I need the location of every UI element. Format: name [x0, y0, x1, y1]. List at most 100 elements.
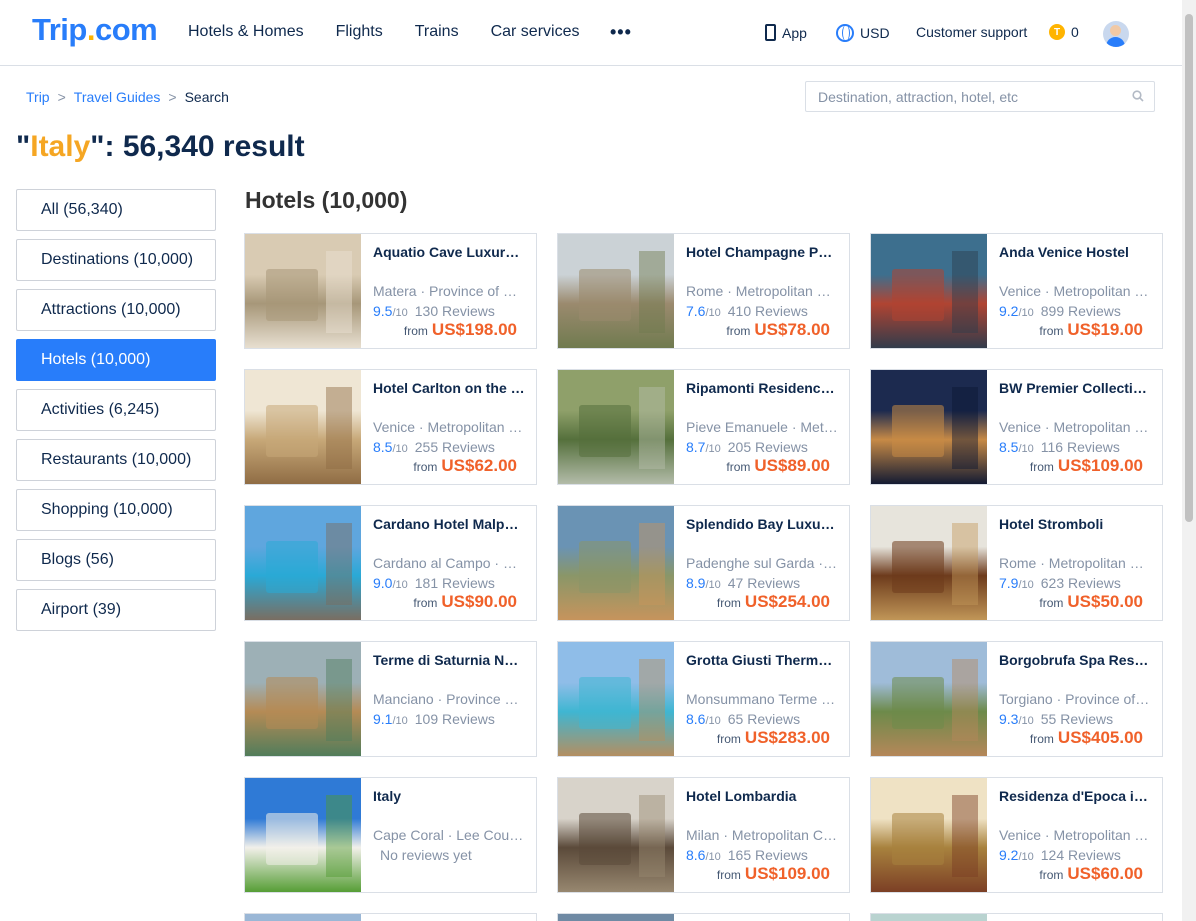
rating-score: 9.2 — [999, 303, 1019, 319]
customer-support-link[interactable]: Customer support — [916, 24, 1027, 40]
search-icon[interactable] — [1132, 90, 1144, 102]
hotel-name[interactable]: Italy — [373, 788, 525, 804]
hotel-card[interactable]: Grotta Giusti Thermal Spa Resort Monsumma… — [557, 641, 850, 757]
hotel-name[interactable]: Ripamonti Residence & Hotel — [686, 380, 838, 396]
hotel-info: Hotel Lombardia Milan · Metropolitan City… — [686, 778, 842, 892]
trip-logo[interactable]: Trip.com — [32, 12, 158, 48]
price-amount: US$283.00 — [744, 728, 830, 747]
hotel-rating: 8.5/10 255 Reviews — [373, 439, 495, 455]
hotel-location: Rome · Metropolitan City of Rome — [686, 283, 838, 299]
hotel-name[interactable]: Hotel Stromboli — [999, 516, 1151, 532]
hotel-card[interactable]: Hotel Stromboli Rome · Metropolitan City … — [870, 505, 1163, 621]
hotel-photo[interactable] — [245, 914, 361, 921]
hotel-card[interactable]: Italy Cape Coral · Lee County No reviews y… — [244, 777, 537, 893]
page-scrollbar[interactable] — [1182, 0, 1196, 921]
hotel-photo[interactable] — [871, 506, 987, 620]
sidebar-item[interactable]: Attractions (10,000) — [16, 289, 216, 331]
hotel-name[interactable]: Anda Venice Hostel — [999, 244, 1151, 260]
hotel-card[interactable]: Borgobrufa Spa Resort Torgiano · Province… — [870, 641, 1163, 757]
review-count: 181 Reviews — [414, 575, 495, 591]
hotel-card[interactable]: Hotel Carlton on the Grand Canal Venice ·… — [244, 369, 537, 485]
hotel-photo[interactable] — [558, 370, 674, 484]
rating-scale: /10 — [705, 715, 721, 727]
hotel-info: Grotta Giusti Thermal Spa Resort Monsumma… — [686, 642, 842, 756]
hotel-name[interactable]: Aquatio Cave Luxury Hotel & SPA — [373, 244, 525, 260]
hotel-card[interactable]: Residenza d'Epoca in Piazza della Signor… — [870, 777, 1163, 893]
hotel-photo[interactable] — [558, 914, 674, 921]
hotel-name[interactable]: Residenza d'Epoca in Piazza della Signor… — [999, 788, 1151, 804]
price-from-label: from — [413, 596, 438, 610]
hotel-photo[interactable] — [245, 370, 361, 484]
hotel-price: from US$254.00 — [717, 592, 830, 612]
sidebar-item[interactable]: Destinations (10,000) — [16, 239, 216, 281]
chevron-right-icon: > — [168, 89, 177, 105]
rating-scale: /10 — [392, 443, 408, 455]
app-link[interactable]: App — [765, 24, 807, 41]
breadcrumb-travel-guides[interactable]: Travel Guides — [74, 89, 161, 105]
nav-car-services[interactable]: Car services — [491, 23, 580, 41]
hotel-card[interactable]: Aquatio Cave Luxury Hotel & SPA Matera · … — [244, 233, 537, 349]
hotel-name[interactable]: Splendido Bay Luxury Spa Resort — [686, 516, 838, 532]
trip-coins[interactable]: T 0 — [1049, 24, 1079, 40]
sidebar-item[interactable]: Shopping (10,000) — [16, 489, 216, 531]
sidebar-item[interactable]: All (56,340) — [16, 189, 216, 231]
hotel-card[interactable]: Terme di Saturnia Natural Spa Manciano · … — [244, 641, 537, 757]
currency-selector[interactable]: USD — [836, 24, 890, 42]
sidebar-item[interactable]: Airport (39) — [16, 589, 216, 631]
sidebar-item[interactable]: Restaurants (10,000) — [16, 439, 216, 481]
hotel-card[interactable]: Ripamonti Residence & Hotel Pieve Emanuel… — [557, 369, 850, 485]
rating-scale: /10 — [392, 715, 408, 727]
hotel-card[interactable] — [870, 913, 1163, 921]
hotel-photo[interactable] — [245, 234, 361, 348]
sidebar-item[interactable]: Activities (6,245) — [16, 389, 216, 431]
hotel-card[interactable]: BW Premier Collection CHC Continental Ven… — [870, 369, 1163, 485]
rating-score: 9.5 — [373, 303, 393, 319]
hotel-photo[interactable] — [871, 370, 987, 484]
hotel-card[interactable]: Splendido Bay Luxury Spa Resort Padenghe … — [557, 505, 850, 621]
hotel-photo[interactable] — [871, 914, 987, 921]
hotel-photo[interactable] — [245, 506, 361, 620]
search-input[interactable] — [806, 82, 1106, 111]
hotel-name[interactable]: Borgobrufa Spa Resort — [999, 652, 1151, 668]
hotel-card[interactable] — [244, 913, 537, 921]
rating-scale: /10 — [392, 579, 408, 591]
hotel-photo[interactable] — [245, 778, 361, 892]
hotel-rating: 8.9/10 47 Reviews — [686, 575, 800, 591]
rating-scale: /10 — [705, 851, 721, 863]
hotel-rating: 8.5/10 116 Reviews — [999, 439, 1120, 455]
hotel-photo[interactable] — [871, 642, 987, 756]
hotel-name[interactable]: Hotel Lombardia — [686, 788, 838, 804]
hotel-card[interactable] — [557, 913, 850, 921]
hotel-photo[interactable] — [871, 234, 987, 348]
hotel-name[interactable]: Grotta Giusti Thermal Spa Resort — [686, 652, 838, 668]
hotel-photo[interactable] — [558, 778, 674, 892]
hotel-card[interactable]: Cardano Hotel Malpensa Cardano al Campo ·… — [244, 505, 537, 621]
hotel-name[interactable]: Hotel Champagne Palace — [686, 244, 838, 260]
hotel-photo[interactable] — [558, 642, 674, 756]
hotel-photo[interactable] — [245, 642, 361, 756]
hotel-name[interactable]: BW Premier Collection CHC Continental — [999, 380, 1151, 396]
sidebar-item[interactable]: Blogs (56) — [16, 539, 216, 581]
sidebar-item[interactable]: Hotels (10,000) — [16, 339, 216, 381]
hotel-photo[interactable] — [558, 506, 674, 620]
hotel-photo[interactable] — [558, 234, 674, 348]
more-menu-icon[interactable]: ••• — [610, 22, 632, 43]
hotel-name[interactable]: Cardano Hotel Malpensa — [373, 516, 525, 532]
rating-score: 8.9 — [686, 575, 706, 591]
rating-scale: /10 — [1018, 443, 1034, 455]
nav-trains[interactable]: Trains — [415, 23, 459, 41]
breadcrumb-trip[interactable]: Trip — [26, 89, 50, 105]
hotel-card[interactable]: Anda Venice Hostel Venice · Metropolitan … — [870, 233, 1163, 349]
hotel-name[interactable]: Terme di Saturnia Natural Spa — [373, 652, 525, 668]
nav-flights[interactable]: Flights — [336, 23, 383, 41]
price-from-label: from — [403, 324, 428, 338]
hotel-card[interactable]: Hotel Lombardia Milan · Metropolitan City… — [557, 777, 850, 893]
review-count: 255 Reviews — [414, 439, 495, 455]
breadcrumb: Trip > Travel Guides > Search — [26, 89, 229, 105]
hotel-card[interactable]: Hotel Champagne Palace Rome · Metropolita… — [557, 233, 850, 349]
hotel-photo[interactable] — [871, 778, 987, 892]
hotel-name[interactable]: Hotel Carlton on the Grand Canal — [373, 380, 525, 396]
nav-hotels-homes[interactable]: Hotels & Homes — [188, 23, 304, 41]
user-avatar[interactable] — [1103, 21, 1129, 47]
scrollbar-thumb[interactable] — [1185, 14, 1193, 522]
